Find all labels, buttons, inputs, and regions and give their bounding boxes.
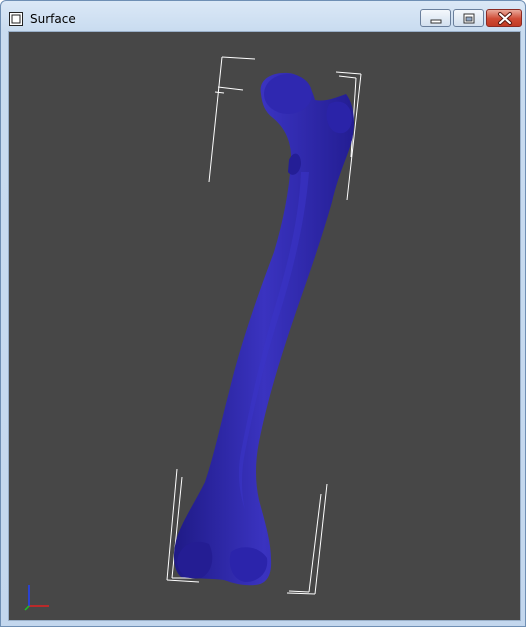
minimize-button[interactable] [420,9,451,27]
close-icon [498,12,512,25]
window-title: Surface [30,12,76,26]
maximize-button[interactable] [453,9,484,27]
minimize-icon [430,19,442,24]
femur-surface-model [173,72,354,586]
3d-viewport[interactable] [8,31,521,621]
window-icon[interactable] [9,11,23,26]
close-button[interactable] [486,9,522,27]
axes-orientation-icon [24,585,49,611]
title-bar[interactable]: Surface [1,1,525,31]
maximize-icon [463,13,475,24]
surface-window: Surface [0,0,526,627]
